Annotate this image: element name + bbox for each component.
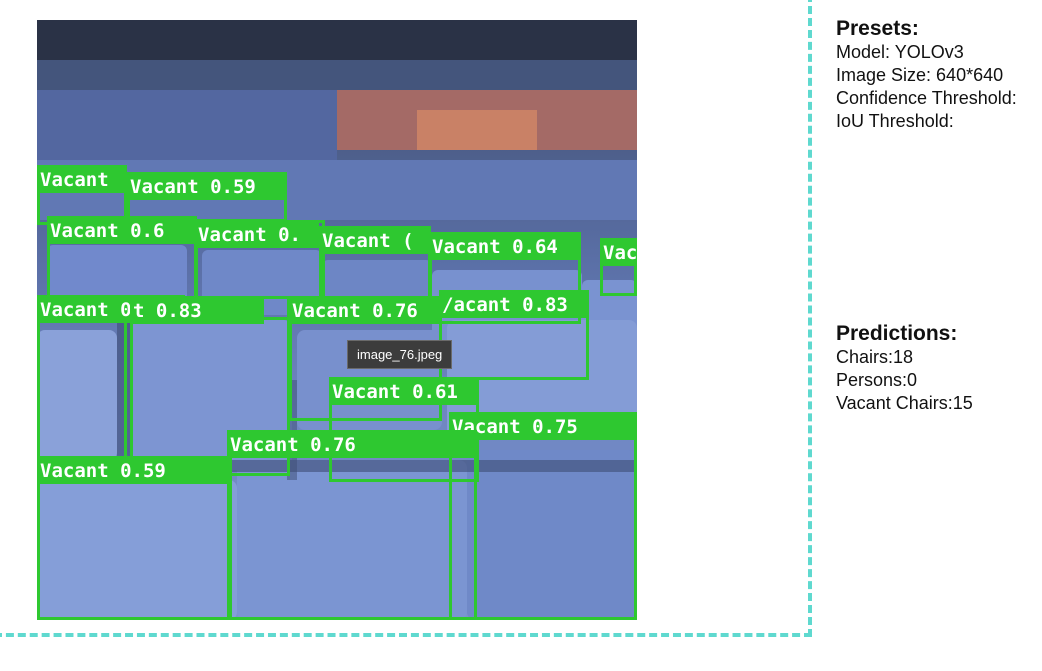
detection-overlay: Vacant Vacant 0.59 Vacant 0.6 Vacant 0. Vaca… bbox=[37, 165, 637, 620]
model-value: Model: YOLOv3 bbox=[836, 42, 964, 62]
detection-label: Vacant 0.6 bbox=[50, 220, 164, 242]
detection-label: /acant 0.83 bbox=[442, 294, 568, 316]
detection-box: Vac bbox=[600, 238, 637, 296]
detection-label: Vacant 0.64 bbox=[432, 236, 558, 258]
detection-label: Vac bbox=[603, 242, 637, 264]
predictions-title: Predictions: bbox=[836, 322, 958, 345]
detection-label: Vacant 0.76 bbox=[292, 300, 418, 322]
detection-label: Vacant 0.76 bbox=[230, 434, 356, 456]
detection-label: Vacant 0.61 bbox=[332, 381, 458, 403]
iou-threshold-value: IoU Threshold: bbox=[836, 111, 954, 131]
persons-count: Persons:0 bbox=[836, 370, 918, 390]
detection-label: Vacant ( bbox=[322, 230, 414, 252]
confidence-threshold-value: Confidence Threshold: bbox=[836, 88, 1017, 108]
image-size-value: Image Size: 640*640 bbox=[836, 65, 1004, 85]
detection-label: Vacant bbox=[40, 169, 109, 191]
filename-tooltip: image_76.jpeg bbox=[347, 340, 453, 369]
detection-box: Vacant 0.59 bbox=[127, 172, 287, 222]
detection-label: t 0.83 bbox=[133, 300, 202, 322]
detection-label: Vacant 0. bbox=[198, 224, 301, 246]
presets-panel: Presets: Model: YOLOv3 Image Size: 640*6… bbox=[836, 16, 1042, 133]
presets-title: Presets: bbox=[836, 17, 919, 40]
detection-box: Vacant 0.59 bbox=[37, 456, 232, 620]
vacant-chairs-count: Vacant Chairs:15 bbox=[836, 393, 973, 413]
predictions-panel: Predictions: Chairs:18 Persons:0 Vacant … bbox=[836, 321, 973, 415]
detection-label: Vacant 0.59 bbox=[130, 176, 256, 198]
detection-box: Vacant bbox=[37, 165, 127, 225]
detection-box: Vacant 0.76 bbox=[227, 430, 477, 620]
detection-image[interactable]: Vacant Vacant 0.59 Vacant 0.6 Vacant 0. Vaca… bbox=[37, 20, 637, 620]
chairs-count: Chairs:18 bbox=[836, 347, 914, 367]
detection-label: Vacant 0.59 bbox=[40, 460, 166, 482]
detection-box: /acant 0.83 bbox=[439, 290, 589, 380]
